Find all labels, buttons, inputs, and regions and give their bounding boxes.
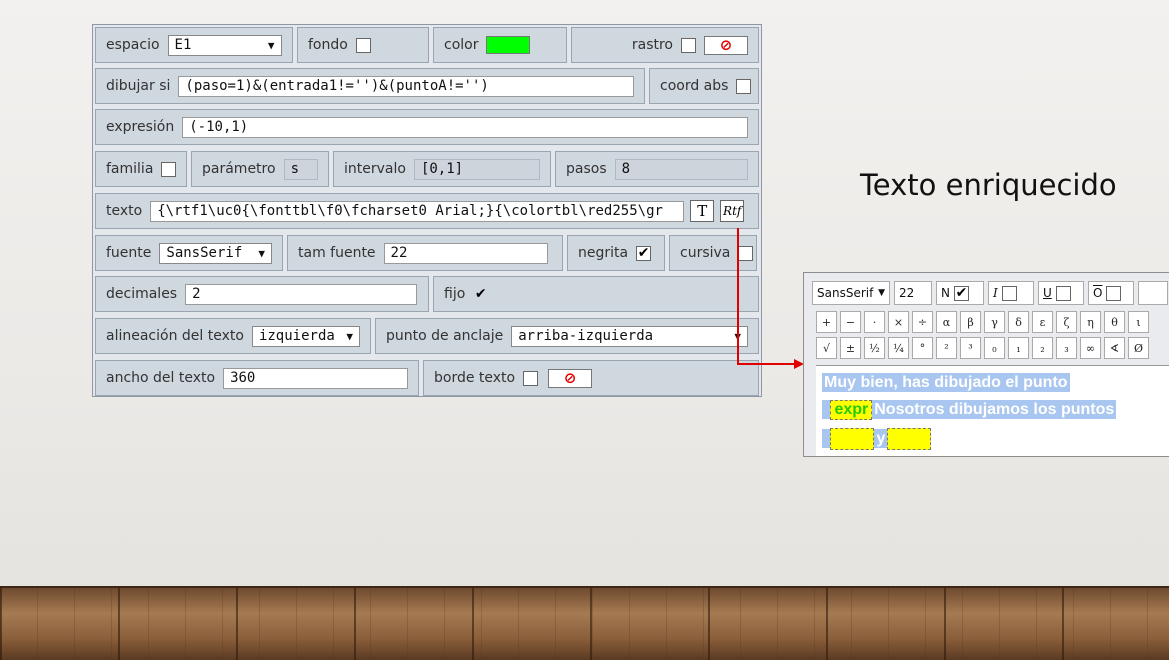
rte-y-label: y (874, 429, 888, 449)
bold-checkbox[interactable]: ✔ (953, 285, 969, 301)
underline-label: U (1043, 286, 1052, 300)
rte-line-2: expr Nosotros dibujamos los puntos (822, 400, 1117, 420)
rte-line-3: y (822, 428, 932, 450)
symbol-button[interactable]: − (840, 311, 861, 333)
symbol-button[interactable]: ζ (1056, 311, 1077, 333)
editor-italic-toggle[interactable]: I (988, 281, 1034, 305)
rte-line-1-text: Muy bien, has dibujado el punto (822, 373, 1070, 392)
symbol-button[interactable]: ³ (960, 337, 981, 359)
rich-text-editor: SansSerif ▼ 22 N ✔ I U O + − · × ÷ α β γ δ ε ζ η θ ι … (803, 272, 1169, 457)
symbol-row-1: + − · × ÷ α β γ δ ε ζ η θ ι (816, 311, 1149, 333)
symbol-button[interactable]: ₂ (1032, 337, 1053, 359)
symbol-row-2: √ ± ½ ¼ ° ² ³ ₀ ₁ ₂ ₃ ∞ ∢ Ø (816, 337, 1149, 359)
italic-label: I (993, 286, 998, 300)
editor-overline-toggle[interactable]: O (1088, 281, 1134, 305)
symbol-button[interactable]: θ (1104, 311, 1125, 333)
editor-underline-toggle[interactable]: U (1038, 281, 1084, 305)
symbol-button[interactable]: ₀ (984, 337, 1005, 359)
symbol-button[interactable]: ε (1032, 311, 1053, 333)
symbol-button[interactable]: β (960, 311, 981, 333)
slide-title: Texto enriquecido (860, 168, 1117, 202)
overline-checkbox[interactable] (1106, 285, 1122, 301)
rich-text-area[interactable]: Muy bien, has dibujado el punto expr Noso… (816, 365, 1169, 456)
symbol-button[interactable]: Ø (1128, 337, 1149, 359)
wood-floor-decoration (0, 586, 1169, 660)
symbol-button[interactable]: ½ (864, 337, 885, 359)
symbol-button[interactable]: ± (840, 337, 861, 359)
symbol-button[interactable]: ∢ (1104, 337, 1125, 359)
editor-font-select[interactable]: SansSerif ▼ (812, 281, 890, 305)
chevron-down-icon: ▼ (878, 288, 885, 298)
symbol-button[interactable]: ÷ (912, 311, 933, 333)
symbol-button[interactable]: ² (936, 337, 957, 359)
symbol-button[interactable]: + (816, 311, 837, 333)
expr-field[interactable]: expr (830, 400, 873, 420)
symbol-button[interactable]: ° (912, 337, 933, 359)
symbol-button[interactable]: × (888, 311, 909, 333)
italic-checkbox[interactable] (1001, 285, 1017, 301)
symbol-button[interactable]: γ (984, 311, 1005, 333)
rte-line-3-pad (822, 429, 831, 449)
underline-checkbox[interactable] (1055, 285, 1071, 301)
bold-label: N (941, 286, 950, 300)
point-field-1[interactable] (830, 428, 875, 450)
symbol-button[interactable]: ₁ (1008, 337, 1029, 359)
symbol-button[interactable]: · (864, 311, 885, 333)
symbol-button[interactable]: δ (1008, 311, 1029, 333)
editor-font-value: SansSerif (817, 286, 874, 300)
rte-line-2-pad (822, 400, 831, 420)
editor-color-button[interactable] (1138, 281, 1168, 305)
symbol-button[interactable]: ¼ (888, 337, 909, 359)
symbol-button[interactable]: ∞ (1080, 337, 1101, 359)
symbol-button[interactable]: η (1080, 311, 1101, 333)
point-field-2[interactable] (887, 428, 932, 450)
editor-toolbar: SansSerif ▼ 22 N ✔ I U O (812, 281, 1168, 305)
rte-line-1: Muy bien, has dibujado el punto (822, 373, 1070, 392)
symbol-button[interactable]: ₃ (1056, 337, 1077, 359)
symbol-button[interactable]: α (936, 311, 957, 333)
symbol-button[interactable]: ι (1128, 311, 1149, 333)
rte-line-2-text: Nosotros dibujamos los puntos (872, 400, 1117, 420)
overline-label: O (1093, 286, 1103, 300)
editor-size-input[interactable]: 22 (894, 281, 932, 305)
editor-bold-toggle[interactable]: N ✔ (936, 281, 984, 305)
symbol-button[interactable]: √ (816, 337, 837, 359)
